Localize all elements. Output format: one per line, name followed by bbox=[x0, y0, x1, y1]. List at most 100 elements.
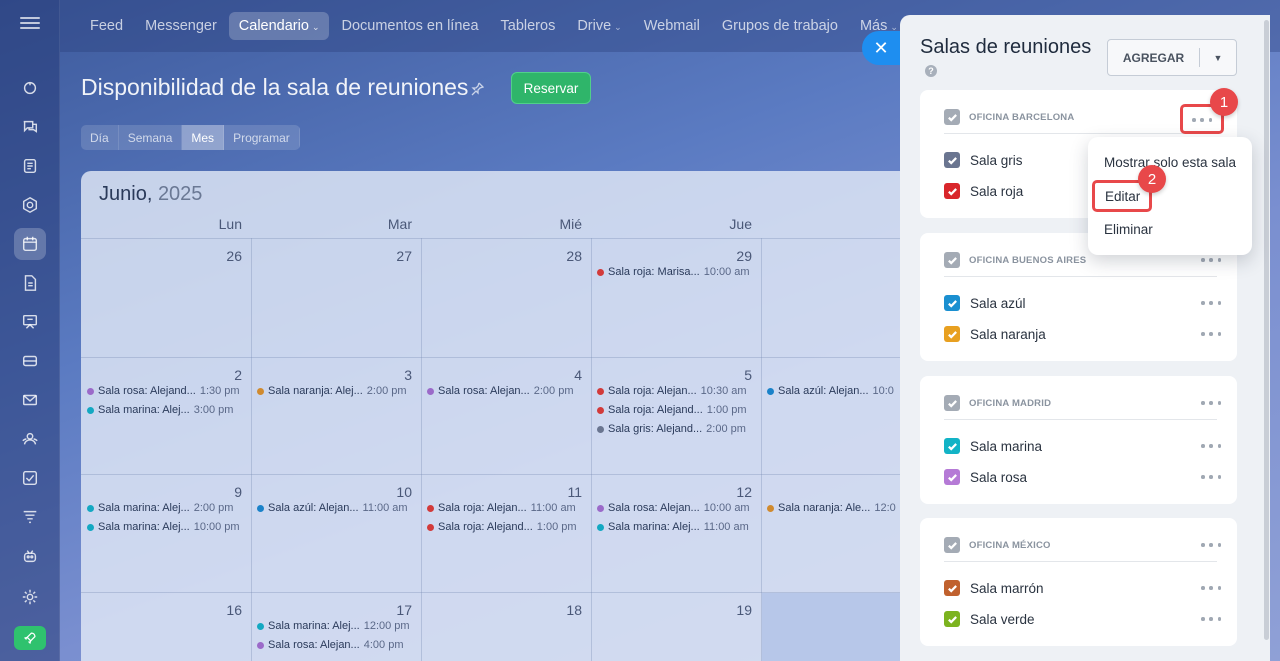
reservar-button[interactable]: Reservar bbox=[511, 72, 591, 104]
nav-messenger[interactable]: Messenger bbox=[135, 12, 227, 40]
calendar-event[interactable]: Sala azúl: Alejan... 11:00 am bbox=[257, 501, 408, 515]
filter-icon[interactable] bbox=[14, 501, 46, 533]
view-programar[interactable]: Programar bbox=[224, 125, 300, 150]
more-icon[interactable] bbox=[1201, 327, 1221, 341]
room-checkbox[interactable] bbox=[944, 326, 960, 342]
group-checkbox[interactable] bbox=[944, 395, 960, 411]
day-number[interactable]: 28 bbox=[422, 248, 582, 264]
calendar-event[interactable]: Sala roja: Alejand... 1:00 pm bbox=[427, 520, 577, 534]
day-number[interactable]: 2 bbox=[82, 367, 242, 383]
help-icon[interactable]: ? bbox=[925, 65, 937, 77]
nav-calendario[interactable]: Calendario ⌄ bbox=[228, 12, 330, 40]
nav-grupos[interactable]: Grupos de trabajo bbox=[712, 12, 848, 40]
view-semana[interactable]: Semana bbox=[119, 125, 183, 150]
room-checkbox[interactable] bbox=[944, 438, 960, 454]
pin-icon[interactable] bbox=[470, 82, 484, 96]
feed-icon[interactable] bbox=[14, 150, 46, 182]
day-number[interactable]: 12 bbox=[592, 484, 752, 500]
calendar-event[interactable]: Sala marina: Alej... 12:00 pm bbox=[257, 619, 410, 633]
group-checkbox[interactable] bbox=[944, 109, 960, 125]
robot-icon[interactable] bbox=[14, 540, 46, 572]
day-number[interactable]: 16 bbox=[82, 602, 242, 618]
nav-tableros[interactable]: Tableros bbox=[491, 12, 566, 40]
more-icon[interactable] bbox=[1201, 612, 1221, 626]
group-checkbox[interactable] bbox=[944, 537, 960, 553]
calendar-event[interactable]: Sala rosa: Alejand... 1:30 pm bbox=[87, 384, 240, 398]
calendar-event[interactable]: Sala naranja: Ale... 12:0 bbox=[767, 501, 911, 515]
day-number[interactable]: 5 bbox=[592, 367, 752, 383]
tasks-icon[interactable] bbox=[14, 189, 46, 221]
room-item[interactable]: Sala verde bbox=[944, 609, 1035, 629]
nav-documentos[interactable]: Documentos en línea bbox=[331, 12, 488, 40]
room-checkbox[interactable] bbox=[944, 611, 960, 627]
close-panel-button[interactable]: ✕ bbox=[862, 31, 900, 65]
room-item[interactable]: Sala gris bbox=[944, 150, 1023, 170]
view-dia[interactable]: Día bbox=[81, 125, 119, 150]
calendar-event[interactable]: Sala rosa: Alejan... 10:00 am bbox=[597, 501, 750, 515]
day-number[interactable]: 18 bbox=[422, 602, 582, 618]
day-number[interactable]: 17 bbox=[252, 602, 412, 618]
room-item[interactable]: Sala naranja bbox=[944, 324, 1046, 344]
calendar-event[interactable]: Sala roja: Alejand... 1:00 pm bbox=[597, 403, 747, 417]
group-header[interactable]: OFICINA BARCELONA bbox=[944, 107, 1217, 127]
group-header[interactable]: OFICINA MÉXICO bbox=[944, 535, 1217, 555]
nav-drive[interactable]: Drive ⌄ bbox=[567, 12, 631, 40]
agregar-button[interactable]: AGREGAR ▼ bbox=[1107, 39, 1237, 76]
groups-icon[interactable] bbox=[14, 423, 46, 455]
mail-icon[interactable] bbox=[14, 384, 46, 416]
room-item[interactable]: Sala marina bbox=[944, 436, 1042, 456]
room-item[interactable]: Sala rosa bbox=[944, 467, 1027, 487]
calendar-event[interactable]: Sala gris: Alejand... 2:00 pm bbox=[597, 422, 746, 436]
calendar-event[interactable]: Sala rosa: Alejan... 4:00 pm bbox=[257, 638, 403, 652]
checklist-icon[interactable] bbox=[14, 462, 46, 494]
calendar-event[interactable]: Sala roja: Alejan... 11:00 am bbox=[427, 501, 576, 515]
calendar-event[interactable]: Sala marina: Alej... 2:00 pm bbox=[87, 501, 233, 515]
more-icon[interactable] bbox=[1201, 296, 1221, 310]
chevron-down-icon[interactable]: ▼ bbox=[1200, 40, 1236, 75]
more-icon[interactable] bbox=[1201, 581, 1221, 595]
nav-feed[interactable]: Feed bbox=[80, 12, 133, 40]
document-icon[interactable] bbox=[14, 267, 46, 299]
calendar-event[interactable]: Sala azúl: Alejan... 10:0 bbox=[767, 384, 911, 398]
day-number[interactable]: 9 bbox=[82, 484, 242, 500]
room-checkbox[interactable] bbox=[944, 295, 960, 311]
day-number[interactable]: 4 bbox=[422, 367, 582, 383]
day-number[interactable]: 19 bbox=[592, 602, 752, 618]
group-checkbox[interactable] bbox=[944, 252, 960, 268]
day-number[interactable]: 27 bbox=[252, 248, 412, 264]
drive-icon[interactable] bbox=[14, 345, 46, 377]
calendar-event[interactable]: Sala rosa: Alejan... 2:00 pm bbox=[427, 384, 573, 398]
calendar-event[interactable]: Sala marina: Alej... 3:00 pm bbox=[87, 403, 233, 417]
room-checkbox[interactable] bbox=[944, 152, 960, 168]
room-item[interactable]: Sala marrón bbox=[944, 578, 1044, 598]
day-number[interactable]: 11 bbox=[422, 484, 582, 500]
board-icon[interactable] bbox=[14, 306, 46, 338]
day-number[interactable]: 26 bbox=[82, 248, 242, 264]
view-mes[interactable]: Mes bbox=[182, 125, 225, 150]
settings-icon[interactable] bbox=[14, 581, 46, 613]
chat-icon[interactable] bbox=[14, 111, 46, 143]
calendar-icon[interactable] bbox=[14, 228, 46, 260]
activity-icon[interactable] bbox=[14, 72, 46, 104]
group-header[interactable]: OFICINA MADRID bbox=[944, 393, 1217, 413]
calendar-event[interactable]: Sala naranja: Alej... 2:00 pm bbox=[257, 384, 407, 398]
day-number[interactable]: 3 bbox=[252, 367, 412, 383]
calendar-event[interactable]: Sala roja: Alejan... 10:30 am bbox=[597, 384, 747, 398]
calendar-event[interactable]: Sala marina: Alej... 10:00 pm bbox=[87, 520, 240, 534]
calendar-event[interactable]: Sala marina: Alej... 11:00 am bbox=[597, 520, 749, 534]
selected-day-cell[interactable] bbox=[762, 593, 911, 661]
more-icon[interactable] bbox=[1201, 396, 1221, 410]
nav-webmail[interactable]: Webmail bbox=[634, 12, 710, 40]
menu-icon[interactable] bbox=[20, 14, 40, 34]
day-number[interactable]: 10 bbox=[252, 484, 412, 500]
day-number[interactable]: 29 bbox=[592, 248, 752, 264]
rocket-icon[interactable] bbox=[14, 626, 46, 650]
room-checkbox[interactable] bbox=[944, 469, 960, 485]
menu-item-delete[interactable]: Eliminar bbox=[1104, 222, 1153, 237]
room-item[interactable]: Sala azúl bbox=[944, 293, 1026, 313]
room-checkbox[interactable] bbox=[944, 580, 960, 596]
more-icon[interactable] bbox=[1201, 538, 1221, 552]
more-icon[interactable] bbox=[1201, 470, 1221, 484]
more-icon[interactable] bbox=[1201, 439, 1221, 453]
calendar-event[interactable]: Sala roja: Marisa... 10:00 am bbox=[597, 265, 750, 279]
